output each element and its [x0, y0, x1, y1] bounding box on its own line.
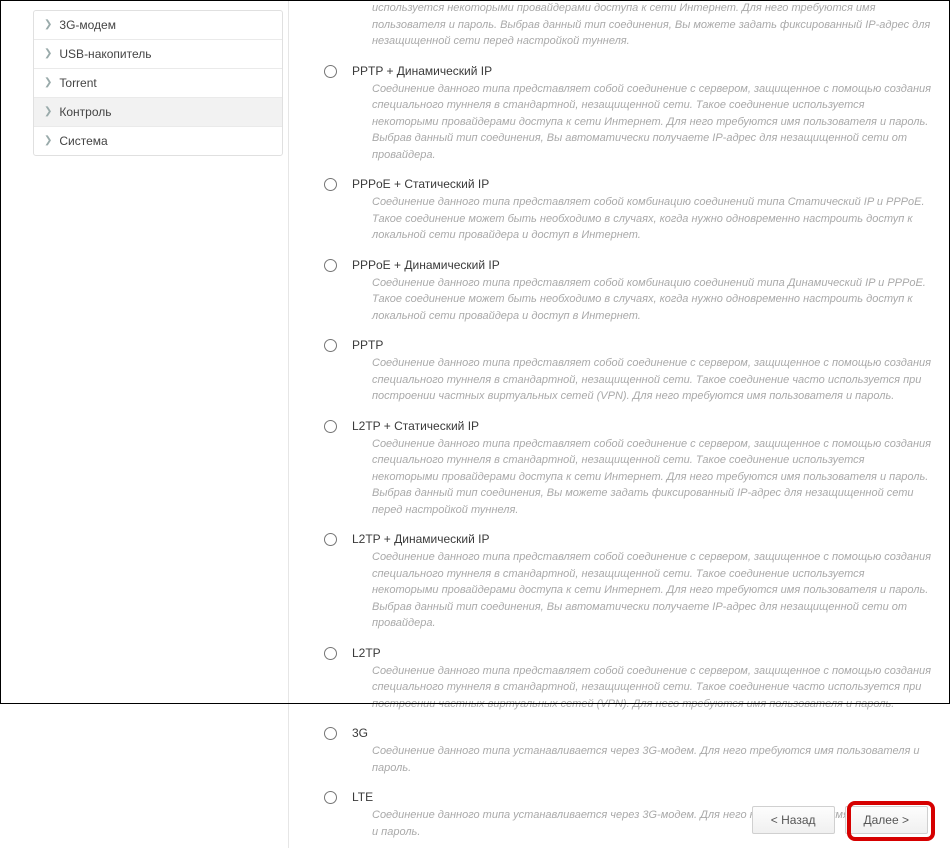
connection-radio[interactable]	[324, 533, 337, 546]
connection-type-label: PPTP + Динамический IP	[352, 64, 932, 78]
sidebar-item-label: 3G-модем	[59, 18, 116, 32]
sidebar-item-label: Torrent	[59, 76, 96, 90]
sidebar-item-torrent[interactable]: ❯ Torrent	[34, 69, 282, 98]
sidebar-item-3g-modem[interactable]: ❯ 3G-модем	[34, 11, 282, 40]
sidebar-item-label: Система	[59, 134, 107, 148]
connection-option: L2TP Соединение данного типа представляет…	[324, 640, 932, 721]
connection-radio[interactable]	[324, 259, 337, 272]
chevron-right-icon: ❯	[44, 107, 52, 117]
connection-type-label: L2TP + Статический IP	[352, 419, 932, 433]
connection-type-description: Соединение данного типа представляет соб…	[352, 81, 932, 164]
connection-radio[interactable]	[324, 727, 337, 740]
connection-radio[interactable]	[324, 339, 337, 352]
connection-type-label: PPPoE + Статический IP	[352, 177, 932, 191]
content-area: используется некоторыми провайдерами дос…	[288, 0, 950, 848]
connection-option: 3G Соединение данного типа устанавливаетс…	[324, 720, 932, 784]
connection-type-description: Соединение данного типа представляет соб…	[352, 355, 932, 405]
connection-type-label: PPTP	[352, 338, 932, 352]
sidebar-item-control[interactable]: ❯ Контроль	[34, 98, 282, 127]
sidebar-item-label: Контроль	[59, 105, 111, 119]
connection-option: PPTP Соединение данного типа представляет…	[324, 332, 932, 413]
connection-type-label: 3G	[352, 726, 932, 740]
connection-option: L2TP + Статический IP Соединение данного …	[324, 413, 932, 527]
connection-type-label: L2TP + Динамический IP	[352, 532, 932, 546]
sidebar-item-usb-storage[interactable]: ❯ USB-накопитель	[34, 40, 282, 69]
connection-type-label: LTE	[352, 790, 932, 804]
connection-type-description: Соединение данного типа представляет соб…	[352, 549, 932, 632]
connection-radio[interactable]	[324, 647, 337, 660]
sidebar-item-system[interactable]: ❯ Система	[34, 127, 282, 155]
connection-type-description: Соединение данного типа устанавливается …	[352, 743, 932, 776]
connection-option: PPTP + Динамический IP Соединение данного…	[324, 58, 932, 172]
chevron-right-icon: ❯	[44, 49, 52, 59]
connection-radio[interactable]	[324, 178, 337, 191]
connection-type-description: Соединение данного типа представляет соб…	[352, 275, 932, 325]
connection-type-label: PPPoE + Динамический IP	[352, 258, 932, 272]
connection-option: L2TP + Динамический IP Соединение данного…	[324, 526, 932, 640]
connection-type-description: Соединение данного типа представляет соб…	[352, 194, 932, 244]
sidebar: ❯ 3G-модем ❯ USB-накопитель ❯ Torrent ❯ …	[0, 0, 288, 848]
connection-type-description: Соединение данного типа представляет соб…	[352, 436, 932, 519]
connection-type-description: Соединение данного типа представляет соб…	[352, 663, 932, 713]
option-desc-cut: используется некоторыми провайдерами дос…	[352, 0, 932, 50]
sidebar-item-label: USB-накопитель	[59, 47, 151, 61]
connection-radio[interactable]	[324, 791, 337, 804]
wizard-buttons: < Назад Далее >	[752, 806, 928, 834]
sidebar-list: ❯ 3G-модем ❯ USB-накопитель ❯ Torrent ❯ …	[33, 10, 283, 156]
connection-radio[interactable]	[324, 420, 337, 433]
connection-radio[interactable]	[324, 65, 337, 78]
chevron-right-icon: ❯	[44, 20, 52, 30]
connection-type-label: L2TP	[352, 646, 932, 660]
chevron-right-icon: ❯	[44, 78, 52, 88]
connection-option: PPPoE + Динамический IP Соединение данног…	[324, 252, 932, 333]
connection-option: PPPoE + Статический IP Соединение данного…	[324, 171, 932, 252]
next-button[interactable]: Далее >	[845, 806, 929, 834]
back-button[interactable]: < Назад	[752, 806, 835, 834]
chevron-right-icon: ❯	[44, 136, 52, 146]
